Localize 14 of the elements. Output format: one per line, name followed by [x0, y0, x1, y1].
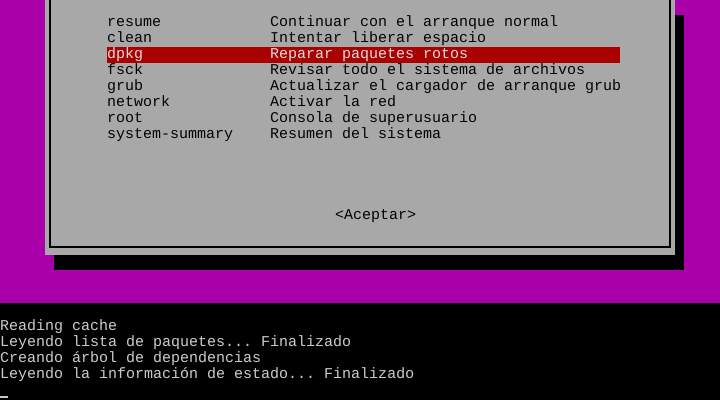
menu-item[interactable]: system-summary Resumen del sistema	[107, 127, 620, 143]
console-line: Leyendo la información de estado... Finalizado	[0, 367, 416, 383]
menu-item[interactable]: network Activar la red	[107, 95, 620, 111]
accept-button[interactable]: <Aceptar>	[335, 208, 416, 224]
menu-item[interactable]: clean Intentar liberar espacio	[107, 31, 620, 47]
cursor-icon	[0, 396, 8, 398]
console-line: Creando árbol de dependencias	[0, 351, 262, 367]
menu-item[interactable]: root Consola de superusuario	[107, 111, 620, 127]
menu-item[interactable]: dpkg Reparar paquetes rotos	[107, 47, 620, 63]
console-line: Reading cache	[0, 319, 118, 335]
menu-item[interactable]: fsck Revisar todo el sistema de archivos	[107, 63, 620, 79]
menu-item[interactable]: grub Actualizar el cargador de arranque grub	[107, 79, 620, 95]
menu-item[interactable]: resume Continuar con el arranque normal	[107, 15, 620, 31]
console-line: Leyendo lista de paquetes... Finalizado	[0, 335, 352, 351]
